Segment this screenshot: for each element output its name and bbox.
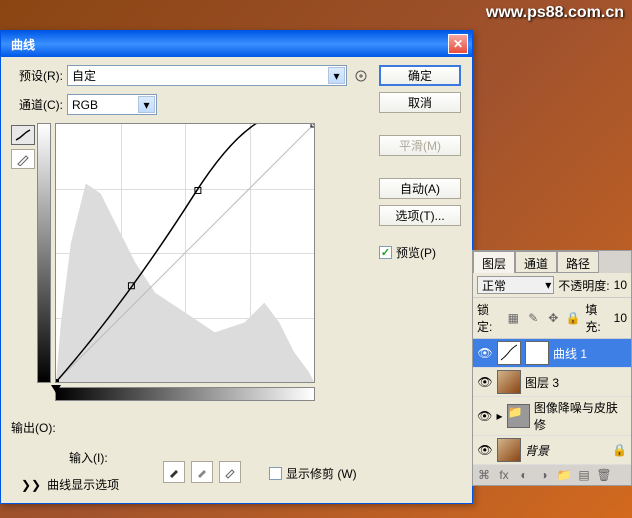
black-point-handle[interactable] bbox=[51, 385, 61, 393]
lock-all-icon[interactable]: 🔒 bbox=[565, 310, 581, 326]
tab-channels[interactable]: 通道 bbox=[515, 251, 557, 273]
channel-value: RGB bbox=[72, 98, 98, 112]
chevron-down-icon: ▾ bbox=[138, 96, 155, 113]
new-layer-icon[interactable]: ▤ bbox=[575, 467, 593, 483]
layer-row[interactable]: 👁 图层 3 bbox=[473, 368, 631, 397]
cancel-button[interactable]: 取消 bbox=[379, 92, 461, 113]
preset-menu-icon[interactable] bbox=[351, 66, 371, 86]
eye-icon[interactable]: 👁 bbox=[477, 443, 493, 457]
blend-mode-combo[interactable]: 正常 ▾ bbox=[477, 276, 554, 294]
dialog-titlebar[interactable]: 曲线 ✕ bbox=[1, 31, 472, 57]
histogram bbox=[56, 124, 314, 382]
layer-row[interactable]: 👁 曲线 1 bbox=[473, 339, 631, 368]
preset-value: 自定 bbox=[72, 67, 96, 84]
lock-icon: 🔒 bbox=[612, 443, 627, 457]
layer-name: 图像降噪与皮肤修 bbox=[534, 399, 627, 433]
fill-label: 填充: bbox=[585, 301, 609, 335]
expand-icon: ❯❯ bbox=[21, 478, 41, 492]
layer-thumb bbox=[497, 370, 521, 394]
white-eyedropper-icon[interactable] bbox=[219, 461, 241, 483]
preview-label: 预览(P) bbox=[396, 244, 436, 261]
dialog-title: 曲线 bbox=[5, 36, 35, 53]
folder-icon[interactable]: 📁 bbox=[555, 467, 573, 483]
fill-value[interactable]: 10 bbox=[614, 311, 627, 325]
channel-combo[interactable]: RGB ▾ bbox=[67, 94, 157, 115]
fx-icon[interactable]: fx bbox=[495, 467, 513, 483]
lock-transparent-icon[interactable]: ▦ bbox=[505, 310, 521, 326]
curves-dialog: 曲线 ✕ 预设(R): 自定 ▾ 通道(C): RGB ▾ bbox=[0, 30, 473, 504]
layer-name: 图层 3 bbox=[525, 374, 559, 391]
mask-icon[interactable]: ◐ bbox=[515, 467, 533, 483]
input-label: 输入(I): bbox=[69, 449, 108, 466]
auto-button[interactable]: 自动(A) bbox=[379, 178, 461, 199]
chevron-down-icon: ▾ bbox=[545, 278, 551, 292]
channel-label: 通道(C): bbox=[11, 96, 67, 113]
expand-arrow-icon[interactable]: ▸ bbox=[497, 409, 503, 423]
layer-thumb bbox=[497, 438, 521, 462]
expand-options-toggle[interactable]: ❯❯ 曲线显示选项 bbox=[21, 476, 119, 493]
watermark-text: www.ps88.com.cn bbox=[486, 4, 624, 22]
layer-name: 曲线 1 bbox=[553, 345, 587, 362]
tab-layers[interactable]: 图层 bbox=[473, 251, 515, 273]
input-gradient bbox=[55, 387, 315, 401]
eyedropper-group bbox=[163, 461, 241, 483]
output-label: 输出(O): bbox=[11, 419, 56, 436]
eye-icon[interactable]: 👁 bbox=[477, 346, 493, 360]
ok-button[interactable]: 确定 bbox=[379, 65, 461, 86]
adjustment-icon[interactable]: ◑ bbox=[535, 467, 553, 483]
lock-label: 锁定: bbox=[477, 301, 501, 335]
preview-checkbox[interactable] bbox=[379, 246, 392, 259]
layers-panel: 图层 通道 路径 正常 ▾ 不透明度: 10 锁定: ▦ ✎ ✥ 🔒 填充: 1… bbox=[472, 250, 632, 488]
blend-value: 正常 bbox=[482, 277, 506, 294]
pencil-tool-icon[interactable] bbox=[11, 149, 35, 169]
black-eyedropper-icon[interactable] bbox=[163, 461, 185, 483]
lock-brush-icon[interactable]: ✎ bbox=[525, 310, 541, 326]
link-icon[interactable]: ⌘ bbox=[475, 467, 493, 483]
layer-name: 背景 bbox=[525, 442, 549, 459]
trash-icon[interactable]: 🗑 bbox=[595, 467, 613, 483]
adjustment-thumb bbox=[497, 341, 521, 365]
mask-thumb bbox=[525, 341, 549, 365]
gray-eyedropper-icon[interactable] bbox=[191, 461, 213, 483]
layer-row[interactable]: 👁 背景 🔒 bbox=[473, 436, 631, 465]
lock-move-icon[interactable]: ✥ bbox=[545, 310, 561, 326]
folder-icon: 📁 bbox=[507, 404, 530, 428]
opacity-label: 不透明度: bbox=[558, 277, 609, 294]
curve-tool-icon[interactable] bbox=[11, 125, 35, 145]
opacity-value[interactable]: 10 bbox=[614, 278, 627, 292]
options-button[interactable]: 选项(T)... bbox=[379, 205, 461, 226]
smooth-button: 平滑(M) bbox=[379, 135, 461, 156]
preset-combo[interactable]: 自定 ▾ bbox=[67, 65, 347, 86]
close-icon[interactable]: ✕ bbox=[448, 34, 468, 54]
output-gradient bbox=[37, 123, 51, 383]
layer-row[interactable]: 👁 ▸ 📁 图像降噪与皮肤修 bbox=[473, 397, 631, 436]
preset-label: 预设(R): bbox=[11, 67, 67, 84]
show-clipping-checkbox[interactable] bbox=[269, 467, 282, 480]
show-clipping-label: 显示修剪 (W) bbox=[286, 465, 357, 482]
eye-icon[interactable]: 👁 bbox=[477, 409, 493, 423]
chevron-down-icon: ▾ bbox=[328, 67, 345, 84]
eye-icon[interactable]: 👁 bbox=[477, 375, 493, 389]
curve-graph[interactable] bbox=[55, 123, 315, 383]
expand-label: 曲线显示选项 bbox=[47, 476, 119, 493]
tab-paths[interactable]: 路径 bbox=[557, 251, 599, 273]
